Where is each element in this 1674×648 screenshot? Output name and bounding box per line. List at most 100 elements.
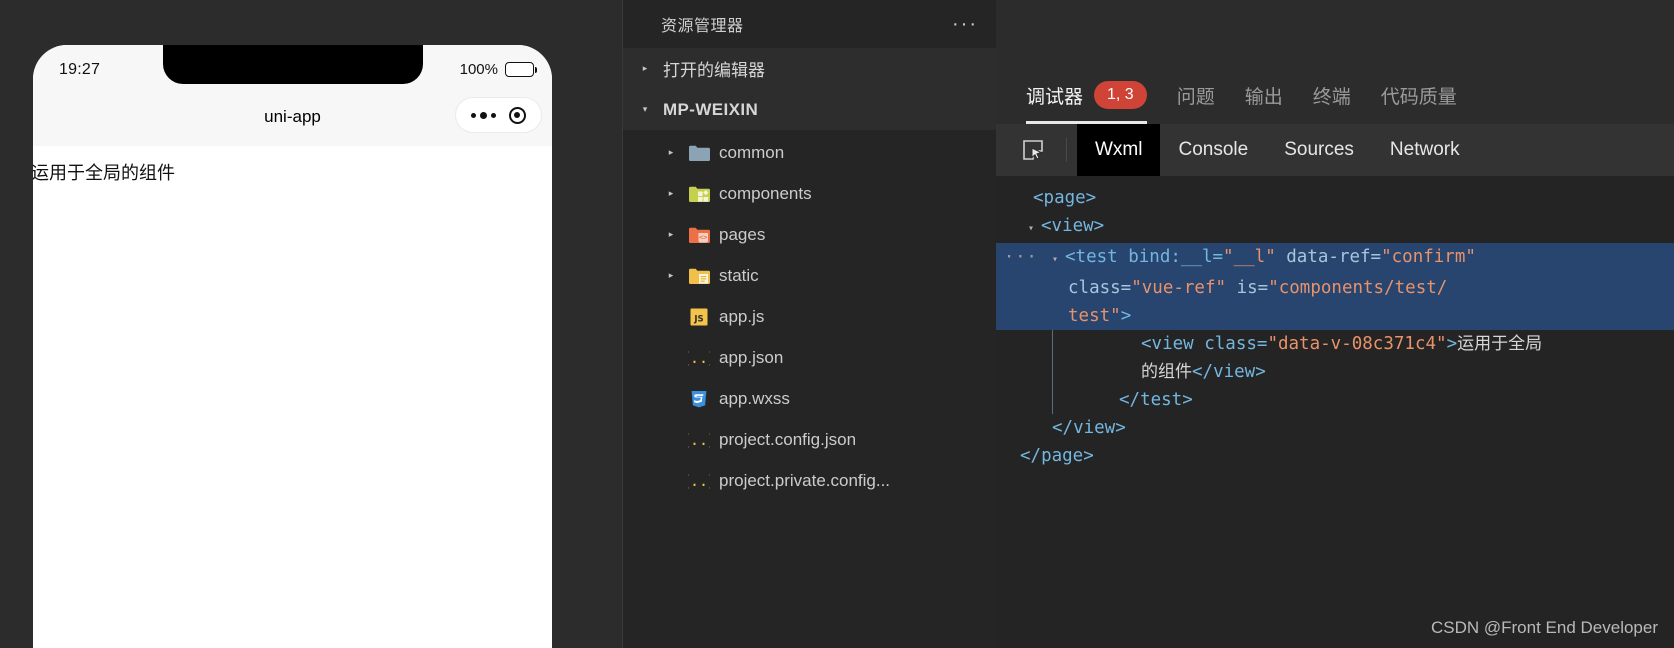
- svg-text:{..}: {..}: [688, 472, 710, 490]
- devtools-panel-tabs: 调试器 1, 3 问题 输出 终端 代码质量: [996, 66, 1674, 124]
- file-tree: ▸ common ▸ components ▸ <> pages ▸ static JS app.j…: [623, 130, 996, 501]
- svg-text:{..}: {..}: [688, 349, 710, 367]
- attr-class-name: class=: [1068, 278, 1132, 298]
- panel-tab-0[interactable]: 调试器 1, 3: [1026, 66, 1147, 124]
- panel-tab-4[interactable]: 代码质量: [1381, 66, 1457, 124]
- subtab-divider: [1066, 138, 1067, 162]
- chevron-right-icon[interactable]: ▸: [663, 147, 679, 158]
- css-file-icon: [688, 388, 710, 410]
- tree-row[interactable]: JS app.js: [623, 296, 996, 337]
- phone-viewport: 运用于全局的组件: [33, 146, 552, 648]
- tree-item-label: static: [719, 265, 759, 285]
- json-file-icon: {..}: [688, 347, 710, 369]
- chevron-right-icon[interactable]: ▸: [663, 188, 679, 199]
- json-file-icon: {..}: [688, 470, 710, 492]
- wechat-capsule-button[interactable]: [455, 97, 542, 133]
- code-line-view-close[interactable]: </view>: [996, 414, 1674, 442]
- folder-components-icon: [688, 183, 710, 205]
- tree-item-label: components: [719, 183, 812, 203]
- attr-is-name: is=: [1226, 278, 1269, 298]
- tag-view-open: <view>: [1041, 216, 1105, 236]
- tag-gt: >: [1446, 334, 1458, 354]
- chevron-down-icon[interactable]: ▾: [1028, 215, 1041, 243]
- tag-page-close: </page>: [1020, 446, 1094, 466]
- more-dots-icon[interactable]: [471, 111, 497, 119]
- battery-percent: 100%: [459, 61, 498, 78]
- battery-full-icon: [505, 62, 537, 77]
- tree-item-label: app.js: [719, 306, 765, 326]
- tag-test-open: <test bind:__l=: [1065, 247, 1224, 267]
- attr-is-value-part1: "components/test/: [1268, 278, 1448, 298]
- tree-row[interactable]: ▸ common: [623, 132, 996, 173]
- gutter-ellipsis[interactable]: ···: [1004, 243, 1038, 271]
- code-line-inner-text-2[interactable]: 的组件</view>: [1052, 358, 1674, 386]
- tree-row[interactable]: {..} project.config.json: [623, 419, 996, 460]
- tree-item-label: common: [719, 142, 785, 162]
- tree-row[interactable]: {..} app.json: [623, 337, 996, 378]
- sub-tab-sources[interactable]: Sources: [1266, 124, 1372, 176]
- devtools-panel: 调试器 1, 3 问题 输出 终端 代码质量 Wxml Console Sources N…: [996, 0, 1674, 648]
- code-line-test-close[interactable]: </test>: [1052, 386, 1674, 414]
- csdn-watermark: CSDN @Front End Developer: [1430, 618, 1658, 637]
- section-open-editors-label: 打开的编辑器: [663, 61, 765, 80]
- tag-test-close: </test>: [1119, 390, 1193, 410]
- attr-data-v-value: "data-v-08c371c4": [1267, 334, 1447, 354]
- tree-row[interactable]: {..} project.private.config...: [623, 460, 996, 501]
- simulator-area: 19:27 100% uni-app 运用于全局的组件: [0, 0, 622, 648]
- app-root: 19:27 100% uni-app 运用于全局的组件 资源管理器 ··· ▸ …: [0, 0, 1674, 648]
- panel-tab-1[interactable]: 问题: [1177, 66, 1215, 124]
- chevron-down-icon[interactable]: ▾: [1052, 246, 1065, 274]
- svg-text:JS: JS: [693, 314, 703, 324]
- tree-row[interactable]: ▸ static: [623, 255, 996, 296]
- chevron-right-icon[interactable]: ▸: [663, 270, 679, 281]
- panel-tab-3[interactable]: 终端: [1313, 66, 1351, 124]
- tag-inner-view-close: </view>: [1192, 362, 1266, 382]
- ellipsis-icon[interactable]: ···: [952, 13, 978, 36]
- phone-simulator: 19:27 100% uni-app 运用于全局的组件: [33, 45, 552, 648]
- attr-data-ref-value: "confirm": [1381, 247, 1476, 267]
- panel-tab-label: 输出: [1244, 86, 1283, 108]
- svg-text:{..}: {..}: [688, 431, 710, 449]
- tree-row[interactable]: app.wxss: [623, 378, 996, 419]
- sub-tab-network[interactable]: Network: [1372, 124, 1478, 176]
- attr-data-ref-name: data-ref=: [1275, 247, 1382, 267]
- section-open-editors[interactable]: ▸ 打开的编辑器: [623, 48, 996, 89]
- code-line-page-close[interactable]: </page>: [996, 442, 1674, 470]
- code-line-view-open[interactable]: ▾ <view>: [996, 212, 1674, 243]
- sub-tab-wxml[interactable]: Wxml: [1077, 124, 1161, 176]
- wxml-tree-view[interactable]: <page> ▾ <view> ··· ▾ <test bind:__l="__l"…: [996, 176, 1674, 648]
- target-circle-icon[interactable]: [508, 106, 526, 124]
- chevron-down-icon[interactable]: ▾: [637, 104, 653, 115]
- panel-tab-label: 问题: [1176, 86, 1215, 108]
- panel-tab-2[interactable]: 输出: [1245, 66, 1283, 124]
- chevron-right-icon[interactable]: ▸: [663, 229, 679, 240]
- code-line-page-open[interactable]: <page>: [996, 184, 1674, 212]
- explorer-title-bar: 资源管理器 ···: [623, 0, 996, 48]
- code-line-inner-view[interactable]: <view class="data-v-08c371c4">运用于全局: [1052, 330, 1674, 358]
- code-line-test-open-selected[interactable]: ··· ▾ <test bind:__l="__l" data-ref="conf…: [996, 243, 1674, 274]
- folder-blue-icon: [688, 142, 710, 164]
- inner-text-part1: 运用于全局: [1457, 334, 1543, 353]
- js-file-icon: JS: [688, 306, 710, 328]
- code-line-test-attrs-3[interactable]: test">: [996, 302, 1674, 330]
- inspect-element-icon[interactable]: [1010, 124, 1056, 176]
- code-line-test-attrs-2[interactable]: class="vue-ref" is="components/test/: [996, 274, 1674, 302]
- status-bar-time: 19:27: [59, 61, 101, 78]
- panel-tab-label: 调试器: [1026, 86, 1084, 108]
- section-mp-weixin[interactable]: ▾ MP-WEIXIN: [623, 89, 996, 130]
- tree-item-label: project.config.json: [719, 429, 857, 449]
- phone-chrome: 19:27 100% uni-app: [33, 45, 552, 146]
- sub-tab-console[interactable]: Console: [1160, 124, 1266, 176]
- chevron-right-icon[interactable]: ▸: [637, 63, 653, 74]
- tree-row[interactable]: ▸ components: [623, 173, 996, 214]
- tag-inner-view-open: <view class=: [1141, 334, 1268, 354]
- tree-row[interactable]: ▸ <> pages: [623, 214, 996, 255]
- attr-l-value: "__l": [1223, 247, 1276, 267]
- panel-tab-label: 终端: [1312, 86, 1351, 108]
- tree-item-label: project.private.config...: [719, 470, 891, 490]
- page-content-text: 运用于全局的组件: [33, 163, 175, 183]
- status-bar-right: 100%: [459, 61, 537, 78]
- explorer-title: 资源管理器: [661, 18, 744, 35]
- attr-is-value-part2: test": [1068, 306, 1121, 326]
- panel-tab-label: 代码质量: [1380, 86, 1457, 108]
